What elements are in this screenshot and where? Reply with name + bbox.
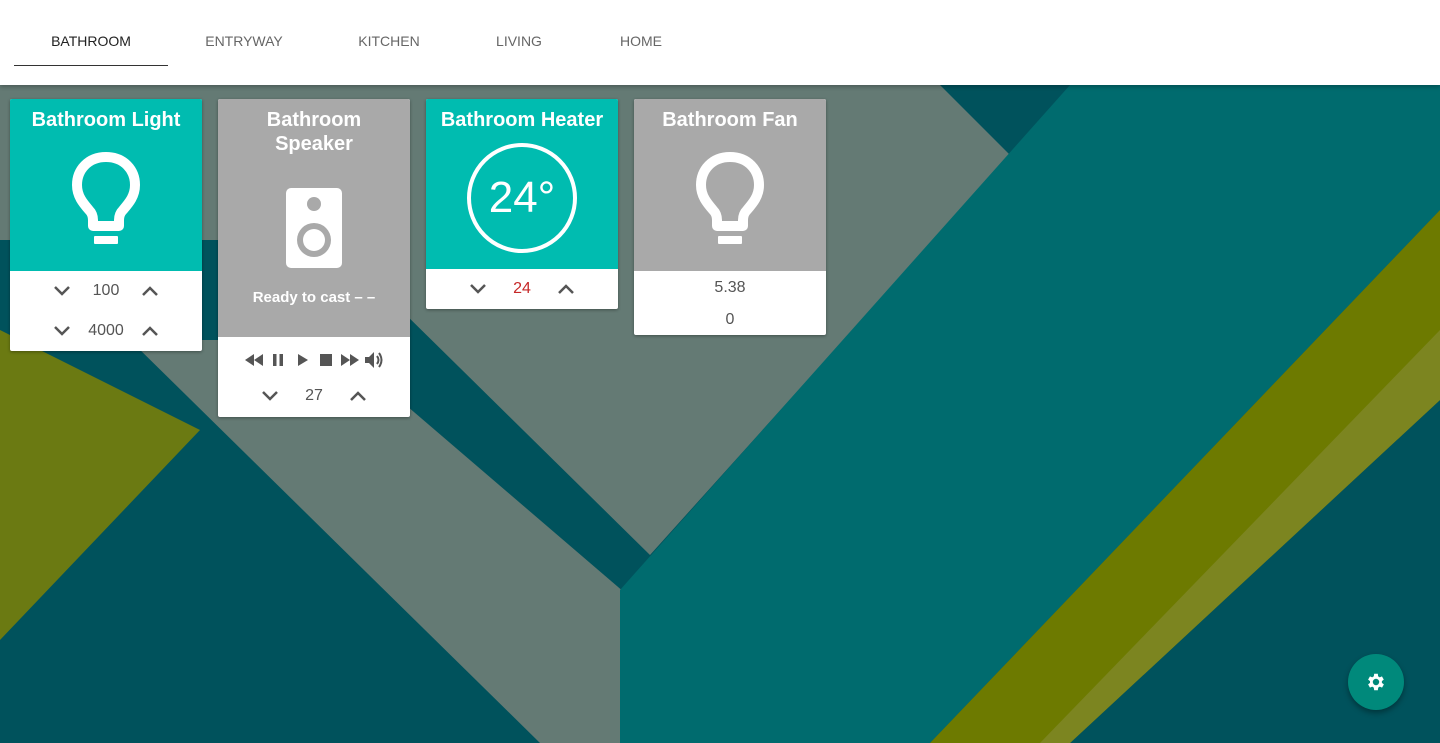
tab-bar: BATHROOM ENTRYWAY KITCHEN LIVING HOME [0,0,1440,85]
current-temperature: 24° [488,173,556,222]
target-temp-control: 24 [426,269,618,309]
tab-entryway[interactable]: ENTRYWAY [178,0,310,65]
color-temp-up-button[interactable] [134,315,166,347]
fast-forward-icon [341,354,359,366]
fan-value-2: 0 [725,311,735,328]
chevron-down-icon [262,391,278,401]
rewind-icon [245,354,263,366]
bathroom-heater-tile[interactable]: Bathroom Heater 24° [426,99,618,269]
volume-icon [365,352,383,368]
brightness-down-button[interactable] [46,275,78,307]
lightbulb-icon [72,152,140,244]
chevron-up-icon [558,284,574,294]
chevron-down-icon [54,326,70,336]
target-temperature: 24 [513,280,531,297]
color-temp-down-button[interactable] [46,315,78,347]
chevron-down-icon [54,286,70,296]
gear-icon [1368,673,1384,691]
temp-up-button[interactable] [550,273,582,305]
pause-button[interactable] [266,344,290,376]
chevron-up-icon [142,286,158,296]
temp-down-button[interactable] [462,273,494,305]
card-title: Bathroom Heater [440,109,604,131]
tab-kitchen[interactable]: KITCHEN [330,0,448,65]
chevron-up-icon [350,391,366,401]
fast-forward-button[interactable] [338,344,362,376]
media-controls [218,337,410,383]
tab-living[interactable]: LIVING [470,0,568,65]
play-button[interactable] [290,344,314,376]
tab-bathroom[interactable]: BATHROOM [14,0,168,66]
color-temp-value: 4000 [88,322,124,339]
bathroom-fan-card: Bathroom Fan 5.38 0 [634,99,826,335]
volume-button[interactable] [362,344,386,376]
card-title: Bathroom Speaker [266,109,362,155]
tab-home[interactable]: HOME [592,0,690,65]
stop-icon [320,354,332,366]
cast-status: Ready to cast – – [252,289,376,306]
card-title: Bathroom Light [31,109,181,131]
fan-value-1: 5.38 [714,279,746,296]
volume-up-button[interactable] [342,380,374,412]
bathroom-speaker-card: Bathroom Speaker Ready to cast – – 27 [218,99,410,417]
color-temp-control: 4000 [10,311,202,351]
bathroom-heater-card: Bathroom Heater 24° 24 [426,99,618,309]
lightbulb-icon [696,152,764,244]
card-title: Bathroom Fan [662,109,798,131]
bathroom-fan-tile[interactable]: Bathroom Fan [634,99,826,271]
play-icon [298,354,308,366]
bathroom-speaker-tile[interactable]: Bathroom Speaker Ready to cast – – [218,99,410,337]
chevron-up-icon [142,326,158,336]
bathroom-light-tile[interactable]: Bathroom Light [10,99,202,271]
brightness-up-button[interactable] [134,275,166,307]
brightness-value: 100 [92,282,120,299]
chevron-down-icon [470,284,486,294]
rewind-button[interactable] [242,344,266,376]
pause-icon [273,354,283,366]
stop-button[interactable] [314,344,338,376]
volume-value: 27 [305,387,323,404]
bathroom-light-card: Bathroom Light 100 4000 [10,99,202,351]
speaker-icon [286,188,342,268]
settings-button[interactable] [1348,654,1404,710]
brightness-control: 100 [10,271,202,311]
volume-control: 27 [218,383,410,409]
volume-down-button[interactable] [254,380,286,412]
